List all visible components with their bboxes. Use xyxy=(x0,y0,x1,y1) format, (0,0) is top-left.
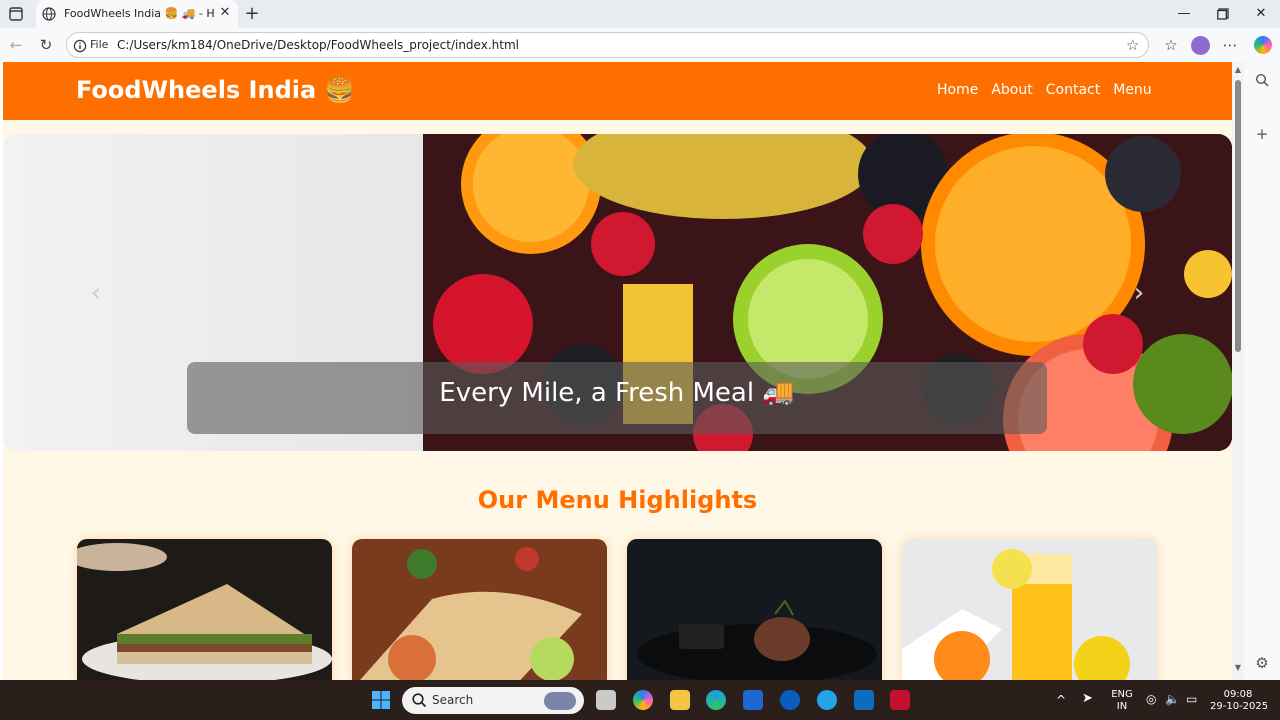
minimize-icon[interactable]: — xyxy=(1174,4,1194,24)
volume-icon[interactable]: 🔈 xyxy=(1165,693,1180,705)
location-icon[interactable]: ➤ xyxy=(1082,692,1093,705)
orange-juice-image xyxy=(902,539,1157,680)
nav-links: Home About Contact Menu xyxy=(937,82,1152,98)
address-url[interactable]: C:/Users/km184/OneDrive/Desktop/FoodWhee… xyxy=(117,38,519,52)
globe-icon xyxy=(42,6,56,21)
window-menu-icon[interactable] xyxy=(8,6,24,22)
nav-link-menu[interactable]: Menu xyxy=(1113,82,1151,98)
search-icon[interactable] xyxy=(1254,73,1270,89)
copilot-app-icon[interactable] xyxy=(633,690,653,710)
burrito-image xyxy=(352,539,607,680)
network-icon[interactable]: ◎ xyxy=(1146,693,1156,705)
new-tab-icon[interactable]: + xyxy=(243,5,261,23)
mcafee-icon[interactable] xyxy=(890,690,910,710)
address-scheme-label: File xyxy=(90,38,109,51)
windows-taskbar: Search ^ ➤ ENG IN ◎ 🔈 ▭ 09:08 29-10-2025 xyxy=(0,680,1280,720)
copilot-icon[interactable] xyxy=(1254,36,1272,54)
more-options-icon[interactable]: ⋯ xyxy=(1221,36,1239,54)
maximize-icon[interactable] xyxy=(1213,4,1233,24)
nav-link-home[interactable]: Home xyxy=(937,82,978,98)
reload-icon[interactable]: ↻ xyxy=(37,36,55,54)
search-label: Search xyxy=(432,693,474,707)
scroll-thumb[interactable] xyxy=(1235,80,1241,352)
tray-overflow-icon[interactable]: ^ xyxy=(1056,694,1066,706)
hp-app-icon[interactable] xyxy=(780,690,800,710)
lang-label: ENG xyxy=(1111,689,1133,700)
task-view-icon[interactable] xyxy=(596,690,616,710)
add-sidebar-app-icon[interactable]: + xyxy=(1254,126,1270,142)
info-icon[interactable] xyxy=(73,38,87,53)
clock[interactable]: 09:08 29-10-2025 xyxy=(1210,689,1269,713)
close-window-icon[interactable]: ✕ xyxy=(1251,4,1271,24)
profile-avatar[interactable] xyxy=(1191,36,1210,55)
menu-card-juice[interactable] xyxy=(902,539,1157,680)
file-explorer-icon[interactable] xyxy=(670,690,690,710)
microsoft-store-icon[interactable] xyxy=(743,690,763,710)
edge-browser-icon[interactable] xyxy=(706,690,726,710)
hero-carousel[interactable]: ‹ › Every Mile, a Fresh Meal 🚚 xyxy=(3,134,1232,451)
search-highlight-icon xyxy=(544,692,576,710)
browser-toolbar: ← ↻ File C:/Users/km184/OneDrive/Desktop… xyxy=(0,28,1280,62)
windows-start-icon[interactable] xyxy=(371,690,391,710)
carousel-prev-icon[interactable]: ‹ xyxy=(86,280,106,306)
menu-card-steak[interactable] xyxy=(627,539,882,680)
menu-card-burrito[interactable] xyxy=(352,539,607,680)
tab-strip: FoodWheels India 🍔 🚚 - Home ✕ + — ✕ xyxy=(0,0,1280,28)
language-indicator[interactable]: ENG IN xyxy=(1108,689,1136,713)
scroll-down-icon[interactable]: ▼ xyxy=(1233,664,1243,672)
search-icon xyxy=(411,692,427,708)
carousel-next-icon[interactable]: › xyxy=(1129,280,1149,306)
site-brand[interactable]: FoodWheels India 🍔 xyxy=(76,76,354,104)
section-title-menu-highlights: Our Menu Highlights xyxy=(477,486,758,514)
back-icon[interactable]: ← xyxy=(7,36,25,54)
browser-tab-active[interactable]: FoodWheels India 🍔 🚚 - Home ✕ xyxy=(36,0,238,28)
help-app-icon[interactable] xyxy=(817,690,837,710)
hero-caption-box: Every Mile, a Fresh Meal 🚚 xyxy=(187,362,1047,434)
scroll-up-icon[interactable]: ▲ xyxy=(1233,66,1243,74)
vertical-scrollbar[interactable]: ▲ ▼ xyxy=(1232,62,1244,680)
outlook-icon[interactable] xyxy=(854,690,874,710)
battery-icon[interactable]: ▭ xyxy=(1186,693,1197,705)
region-label: IN xyxy=(1116,701,1128,712)
menu-card-sandwich[interactable] xyxy=(77,539,332,680)
clock-time: 09:08 xyxy=(1223,689,1253,700)
hero-caption: Every Mile, a Fresh Meal 🚚 xyxy=(439,378,795,408)
sandwich-image xyxy=(77,539,332,680)
taskbar-search[interactable]: Search xyxy=(402,687,584,714)
steak-image xyxy=(627,539,882,680)
tab-title: FoodWheels India 🍔 🚚 - Home xyxy=(64,7,214,20)
favorite-star-icon[interactable]: ☆ xyxy=(1126,37,1142,53)
clock-date: 29-10-2025 xyxy=(1210,701,1269,712)
gear-icon[interactable]: ⚙ xyxy=(1254,655,1270,671)
address-bar[interactable]: File C:/Users/km184/OneDrive/Desktop/Foo… xyxy=(66,32,1149,58)
nav-link-about[interactable]: About xyxy=(991,82,1032,98)
page-viewport: FoodWheels India 🍔 Home About Contact Me… xyxy=(3,62,1232,680)
site-navbar: FoodWheels India 🍔 Home About Contact Me… xyxy=(3,62,1232,120)
favorites-icon[interactable]: ☆ xyxy=(1162,36,1180,54)
nav-link-contact[interactable]: Contact xyxy=(1046,82,1100,98)
close-tab-icon[interactable]: ✕ xyxy=(218,6,232,20)
edge-sidebar: + ⚙ xyxy=(1244,62,1280,680)
